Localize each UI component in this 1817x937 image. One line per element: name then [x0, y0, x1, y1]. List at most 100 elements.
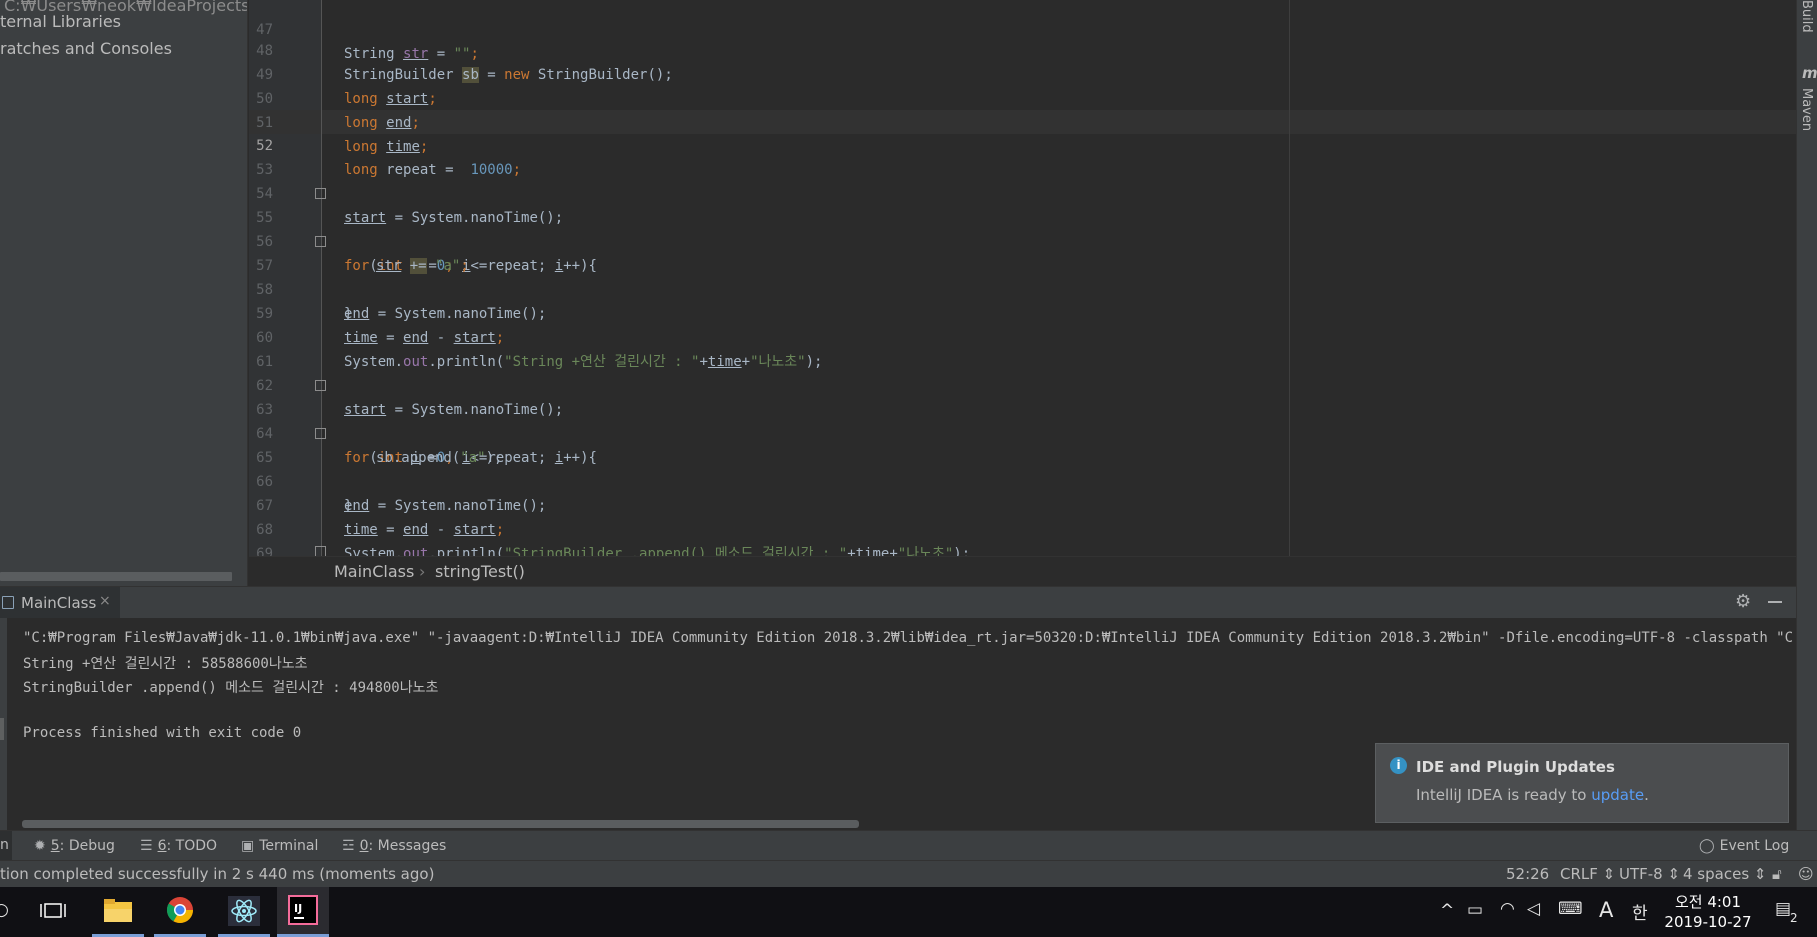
token: end	[386, 115, 412, 131]
code-text: StringBuilder sb = new StringBuilder();	[344, 63, 673, 87]
code-line-59[interactable]: 59 time = end - start;	[249, 278, 504, 346]
ime-mode-a[interactable]: A	[1599, 898, 1613, 922]
code-line-56[interactable]: 56 str += "a";	[249, 206, 469, 274]
breadcrumb-class[interactable]: MainClass	[334, 562, 414, 581]
breadcrumb-method[interactable]: stringTest()	[435, 562, 525, 581]
code-line-50[interactable]: 50 long end;	[249, 63, 420, 131]
console-line-result-stringbuilder: StringBuilder .append() 메소드 걸린시간 : 49480…	[23, 680, 439, 696]
code-line-54[interactable]: 54 start = System.nanoTime();	[249, 158, 563, 226]
notification-suffix: .	[1644, 786, 1649, 804]
code-line-65[interactable]: 65 }	[249, 422, 352, 514]
code-line-48[interactable]: 48 StringBuilder sb = new StringBuilder(…	[249, 15, 673, 83]
messages-tool-button[interactable]: ☲ 0: Messages	[342, 838, 446, 854]
run-tab-mainclass[interactable]: MainClass ×	[0, 587, 120, 618]
chrome-button[interactable]	[154, 887, 206, 937]
token: = System.	[386, 402, 471, 418]
token: time	[855, 546, 890, 556]
code-line-62[interactable]: 62 start = System.nanoTime();	[249, 350, 563, 418]
fold-end-icon[interactable]	[315, 546, 326, 556]
code-text: start = System.nanoTime();	[344, 398, 563, 422]
code-text: time = end - start;	[344, 518, 504, 542]
caret-position[interactable]: 52:26	[1506, 865, 1549, 883]
clock-date[interactable]: 2019-10-27	[1660, 913, 1756, 931]
intellij-button[interactable]: IJ	[277, 887, 329, 937]
electron-app-button[interactable]	[218, 887, 270, 937]
event-log-button[interactable]: ◯ Event Log	[1699, 838, 1789, 854]
tray-chevron-icon[interactable]: ^	[1440, 901, 1454, 921]
update-notification[interactable]: i IDE and Plugin Updates IntelliJ IDEA i…	[1375, 743, 1789, 823]
token: start	[344, 210, 387, 226]
code-line-61[interactable]: 61	[249, 326, 283, 370]
messages-icon: ☲	[342, 838, 355, 854]
close-icon[interactable]: ×	[99, 593, 111, 609]
inspector-icon[interactable]: ☺︎	[1798, 865, 1814, 883]
ime-mode-han[interactable]: 한	[1632, 899, 1648, 924]
token: end	[403, 522, 429, 538]
code-line-69[interactable]: 69	[249, 518, 283, 556]
fold-end-icon[interactable]	[315, 428, 326, 439]
code-line-49[interactable]: 49 long start;	[249, 39, 437, 107]
build-tool-tab[interactable]: Build	[1799, 0, 1814, 33]
code-text: long start;	[344, 87, 437, 111]
todo-tool-button[interactable]: ☰ 6: TODO	[140, 838, 217, 854]
right-margin-guide	[1289, 0, 1290, 556]
token: time	[344, 330, 378, 346]
code-editor[interactable]: 47 String str = ""; 48 StringBuilder sb …	[249, 0, 1796, 556]
battery-icon[interactable]: ▭	[1467, 900, 1483, 920]
console-toolbar-button[interactable]	[0, 718, 4, 740]
notification-count: 2	[1790, 911, 1798, 925]
minimize-icon[interactable]	[1768, 601, 1782, 603]
code-text: start = System.nanoTime();	[344, 206, 563, 230]
code-line-60[interactable]: 60 System.out.println("String +연산 걸린시간 :…	[249, 302, 822, 370]
fold-marker-icon[interactable]	[315, 380, 326, 391]
console-horizontal-scrollbar[interactable]	[22, 820, 859, 828]
network-icon[interactable]: ◠	[1500, 899, 1515, 919]
clock-time[interactable]: 오전 4:01	[1660, 891, 1756, 912]
console-icon	[2, 596, 14, 609]
list-icon: ☰	[140, 838, 153, 854]
file-explorer-button[interactable]	[92, 887, 144, 937]
maven-tool-tab[interactable]: Maven	[1799, 88, 1814, 131]
code-line-57[interactable]: 57 }	[249, 230, 352, 322]
fold-end-icon[interactable]	[315, 236, 326, 247]
tree-item-external-libraries[interactable]: ternal Libraries	[0, 10, 121, 34]
tree-item-scratches[interactable]: ratches and Consoles	[0, 37, 172, 61]
encoding-selector[interactable]: UTF-8 ⇕	[1619, 865, 1680, 883]
run-tool-button[interactable]: n	[0, 831, 12, 860]
code-line-55[interactable]: 55 for(int i =0; i<=repeat; i++){	[249, 182, 597, 274]
token: =	[428, 46, 454, 62]
svg-text:IJ: IJ	[294, 902, 302, 915]
debug-tool-button[interactable]: ✹ 5: Debug	[34, 838, 115, 854]
code-text: long time;	[344, 135, 428, 159]
indent-selector[interactable]: 4 spaces ⇕	[1683, 865, 1766, 883]
code-line-70[interactable]: 70 }	[249, 540, 326, 556]
code-line-68[interactable]: 68 System.out.println("StringBuilder .ap…	[249, 494, 970, 556]
code-text: System.out.println("String +연산 걸린시간 : "+…	[344, 350, 822, 374]
code-line-53[interactable]: 53	[249, 134, 283, 178]
code-line-52[interactable]: 52 long repeat = 10000;	[249, 110, 521, 178]
task-view-icon	[40, 903, 66, 918]
bug-icon: ✹	[34, 838, 46, 854]
volume-icon[interactable]: ◁	[1527, 899, 1540, 919]
gear-icon[interactable]: ⚙	[1735, 591, 1751, 612]
search-icon[interactable]: ○	[0, 900, 9, 920]
tree-horizontal-scrollbar[interactable]	[0, 572, 232, 581]
code-line-51[interactable]: 51 long time;	[249, 87, 428, 155]
token: );	[805, 354, 823, 370]
code-line-63[interactable]: 63 for(int i =0; i<=repeat; i++){	[249, 374, 597, 466]
update-link[interactable]: update	[1591, 786, 1644, 804]
maven-icon[interactable]: m	[1802, 64, 1817, 82]
lock-icon[interactable]: 🔓︎	[1772, 865, 1782, 883]
action-center-icon[interactable]: ▤	[1775, 899, 1791, 919]
fold-marker-icon[interactable]	[315, 188, 326, 199]
keyboard-icon[interactable]: ⌨	[1558, 899, 1583, 919]
code-line-64[interactable]: 64 sb.append("a");	[249, 398, 502, 466]
code-line-67[interactable]: 67 time = end - start;	[249, 470, 504, 538]
code-line-66[interactable]: 66 end = System.nanoTime();	[249, 446, 546, 514]
task-view-button[interactable]	[27, 887, 79, 937]
code-line-58[interactable]: 58 end = System.nanoTime();	[249, 254, 546, 322]
terminal-tool-button[interactable]: ▣ Terminal	[241, 838, 318, 854]
console-line-result-string: String +연산 걸린시간 : 58588600나노초	[23, 656, 308, 672]
line-separator-selector[interactable]: CRLF ⇕	[1560, 865, 1615, 883]
